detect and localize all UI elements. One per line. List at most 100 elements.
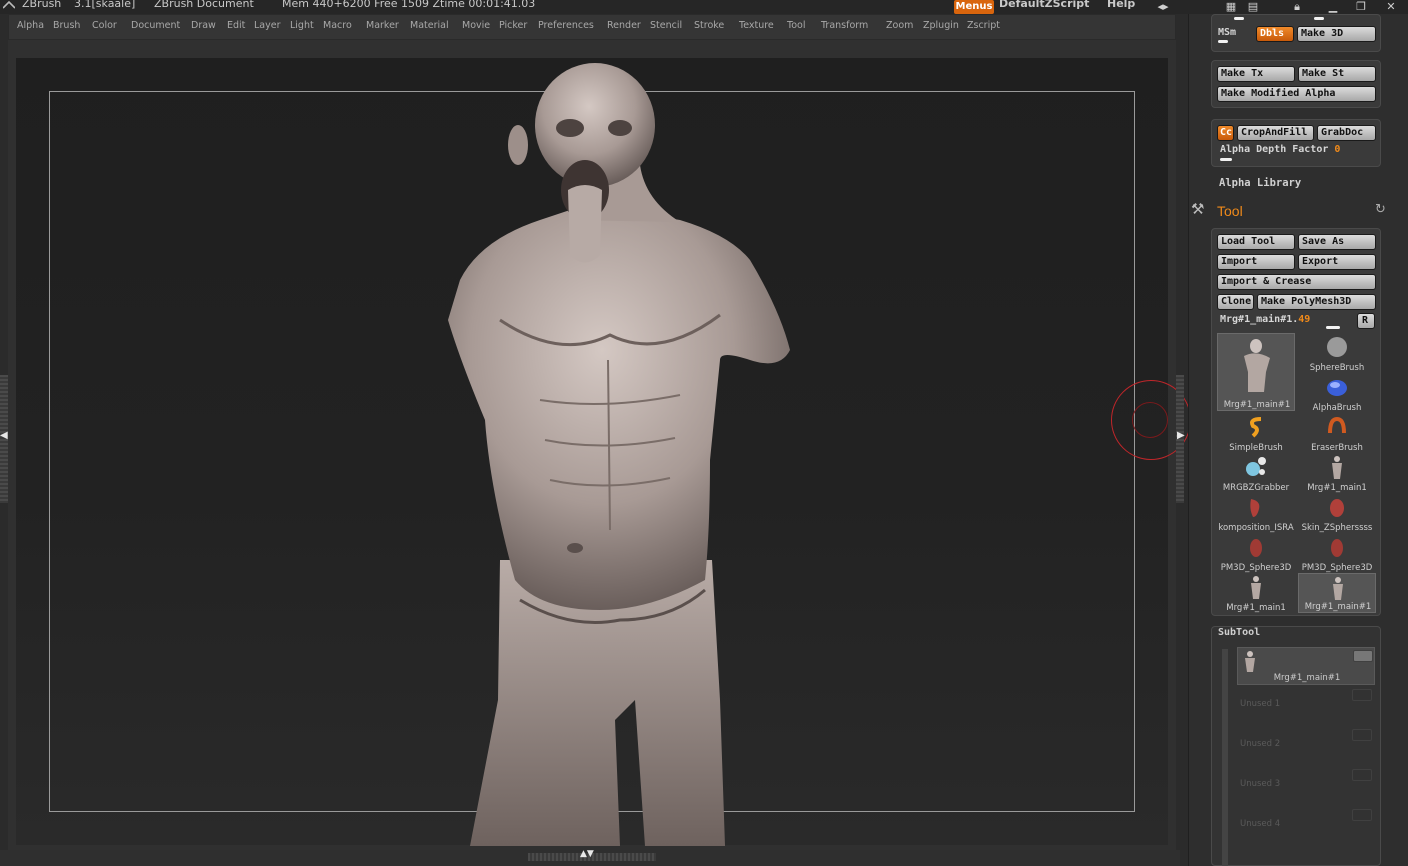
tool-item[interactable]: MRGBZGrabber: [1217, 453, 1295, 493]
menu-color[interactable]: Color: [92, 20, 117, 31]
load-tool-button[interactable]: Load Tool: [1217, 234, 1295, 250]
subtool-slot-2[interactable]: Unused 2: [1240, 739, 1280, 749]
dbls-button[interactable]: Dbls: [1256, 26, 1294, 42]
save-as-button[interactable]: Save As: [1298, 234, 1376, 250]
memory-stats: Mem 440+6200 Free 1509 Ztime 00:01:41.03: [282, 0, 536, 10]
red-mesh-icon: [1250, 539, 1262, 557]
tool-item[interactable]: SphereBrush: [1298, 333, 1376, 373]
tool-item[interactable]: AlphaBrush: [1298, 373, 1376, 413]
tool-item[interactable]: PM3D_Sphere3D: [1217, 533, 1295, 573]
eye-icon[interactable]: [1352, 689, 1372, 701]
lock-icon[interactable]: 🔒︎: [1290, 1, 1304, 13]
tool-panel-title[interactable]: Tool: [1217, 203, 1243, 219]
subtool-slot-4[interactable]: Unused 4: [1240, 819, 1280, 829]
top-slider-b[interactable]: [1314, 17, 1324, 20]
subtool-slot-1[interactable]: Unused 1: [1240, 699, 1280, 709]
menu-stroke[interactable]: Stroke: [694, 20, 724, 31]
sculpted-model[interactable]: [420, 60, 820, 846]
eye-icon[interactable]: [1352, 769, 1372, 781]
eye-icon[interactable]: [1352, 729, 1372, 741]
layout-icon[interactable]: ▦: [1224, 1, 1238, 13]
tool-reset-icon[interactable]: ↻: [1375, 202, 1386, 217]
make-3d-button[interactable]: Make 3D: [1297, 26, 1376, 42]
msm-label[interactable]: MSm: [1218, 27, 1236, 38]
crop-and-fill-button[interactable]: CropAndFill: [1237, 125, 1314, 141]
cc-button[interactable]: Cc: [1217, 125, 1234, 141]
menu-zoom[interactable]: Zoom: [886, 20, 913, 31]
layout-alt-icon[interactable]: ▤: [1246, 1, 1260, 13]
menu-layer[interactable]: Layer: [254, 20, 281, 31]
menu-edit[interactable]: Edit: [227, 20, 245, 31]
arrows-icon[interactable]: ◂▸: [1156, 1, 1170, 13]
menu-movie[interactable]: Movie: [462, 20, 490, 31]
export-button[interactable]: Export: [1298, 254, 1376, 270]
menu-texture[interactable]: Texture: [739, 20, 774, 31]
menu-stencil[interactable]: Stencil: [650, 20, 682, 31]
current-tool-slider-knob[interactable]: [1326, 326, 1340, 329]
restore-icon[interactable]: ❐: [1354, 1, 1368, 13]
tool-item[interactable]: Mrg#1_main#1: [1298, 573, 1376, 613]
r-button[interactable]: R: [1357, 313, 1375, 329]
hammer-icon: ⚒: [1191, 200, 1205, 218]
eye-icon[interactable]: [1353, 650, 1373, 662]
menu-draw[interactable]: Draw: [191, 20, 216, 31]
menu-alpha[interactable]: Alpha: [17, 20, 44, 31]
tool-item-label: MRGBZGrabber: [1222, 483, 1290, 493]
figure-icon: [1332, 456, 1342, 479]
current-tool-slider[interactable]: Mrg#1_main#1.49: [1220, 314, 1310, 325]
subtool-active-item[interactable]: Mrg#1_main#1: [1237, 647, 1375, 685]
tool-item[interactable]: Mrg#1_main1: [1217, 573, 1295, 613]
menu-marker[interactable]: Marker: [366, 20, 399, 31]
menu-brush[interactable]: Brush: [53, 20, 80, 31]
alpha-depth-factor-value: 0: [1334, 144, 1341, 155]
right-tray-arrow-icon[interactable]: ▶: [1177, 430, 1185, 441]
tool-item[interactable]: Skin_ZSpherssss: [1298, 493, 1376, 533]
subtool-panel: SubTool Mrg#1_main#1 Unused 1 Unused 2 U…: [1211, 626, 1381, 866]
menu-picker[interactable]: Picker: [499, 20, 527, 31]
menu-zscript[interactable]: Zscript: [967, 20, 1000, 31]
menu-light[interactable]: Light: [290, 20, 314, 31]
subtool-scrollbar[interactable]: [1222, 649, 1228, 866]
subtool-slot-3[interactable]: Unused 3: [1240, 779, 1280, 789]
top-slider-a[interactable]: [1234, 17, 1244, 20]
alpha-panel-top: MSm Dbls Make 3D: [1211, 14, 1381, 52]
bottom-tray-arrow-icon[interactable]: ▲▼: [580, 849, 594, 859]
import-button[interactable]: Import: [1217, 254, 1295, 270]
menu-preferences[interactable]: Preferences: [538, 20, 594, 31]
close-icon[interactable]: ✕: [1384, 1, 1398, 13]
tool-item[interactable]: komposition_ISRA: [1217, 493, 1295, 533]
make-st-button[interactable]: Make St: [1298, 66, 1376, 82]
tool-item[interactable]: Mrg#1_main#1: [1217, 333, 1295, 411]
menu-document[interactable]: Document: [131, 20, 180, 31]
alpha-brush-icon: [1327, 380, 1347, 396]
menu-macro[interactable]: Macro: [323, 20, 352, 31]
msm-slider[interactable]: [1218, 40, 1228, 43]
right-tray: MSm Dbls Make 3D Make Tx Make St Make Mo…: [1188, 14, 1408, 866]
subtool-title[interactable]: SubTool: [1218, 627, 1260, 638]
minimize-icon[interactable]: ▁: [1326, 1, 1340, 13]
make-tx-button[interactable]: Make Tx: [1217, 66, 1295, 82]
menu-material[interactable]: Material: [410, 20, 449, 31]
menu-zplugin[interactable]: Zplugin: [923, 20, 959, 31]
help-button[interactable]: Help: [1107, 0, 1135, 10]
import-crease-button[interactable]: Import & Crease: [1217, 274, 1376, 290]
eye-icon[interactable]: [1352, 809, 1372, 821]
menu-tool[interactable]: Tool: [787, 20, 805, 31]
left-tray-arrow-icon[interactable]: ◀: [0, 430, 8, 441]
alpha-depth-factor-label[interactable]: Alpha Depth Factor 0: [1220, 144, 1340, 155]
menu-transform[interactable]: Transform: [821, 20, 868, 31]
menu-render[interactable]: Render: [607, 20, 641, 31]
clone-button[interactable]: Clone: [1217, 294, 1254, 310]
tool-item[interactable]: SimpleBrush: [1217, 413, 1295, 453]
make-modified-alpha-button[interactable]: Make Modified Alpha: [1217, 86, 1376, 102]
default-zscript-button[interactable]: DefaultZScript: [999, 0, 1089, 10]
make-polymesh3d-button[interactable]: Make PolyMesh3D: [1257, 294, 1376, 310]
grabdoc-button[interactable]: GrabDoc: [1317, 125, 1376, 141]
tool-item[interactable]: Mrg#1_main1: [1298, 453, 1376, 493]
tool-item-label: Mrg#1_main#1: [1304, 602, 1372, 612]
alpha-library-label[interactable]: Alpha Library: [1219, 177, 1301, 189]
tool-item[interactable]: PM3D_Sphere3D: [1298, 533, 1376, 573]
menus-button[interactable]: Menus: [954, 0, 994, 14]
alpha-depth-factor-slider[interactable]: [1220, 158, 1232, 161]
tool-item[interactable]: EraserBrush: [1298, 413, 1376, 453]
